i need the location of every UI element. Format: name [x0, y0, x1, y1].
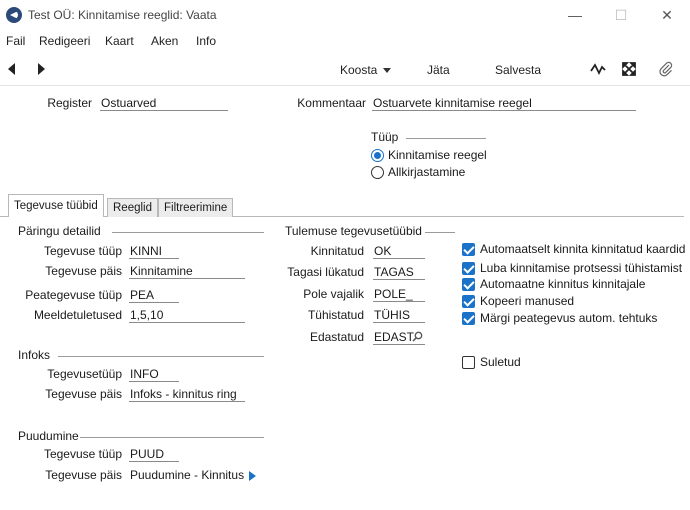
- info-action-header-label: Tegevuse päis: [45, 387, 122, 401]
- results-section-title: Tulemuse tegevusetüübid: [285, 224, 422, 238]
- forward-arrow-icon[interactable]: [38, 63, 45, 75]
- menu-edit[interactable]: Redigeeri: [39, 34, 90, 48]
- infos-section-title: Infoks: [18, 348, 51, 362]
- not-needed-label: Pole vajalik: [303, 287, 364, 301]
- radio-signing[interactable]: [371, 166, 384, 179]
- tab-rules[interactable]: Reeglid: [107, 198, 158, 217]
- minimize-button[interactable]: —: [552, 0, 598, 30]
- radio-signing-label: Allkirjastamine: [388, 165, 466, 179]
- menu-file[interactable]: Fail: [6, 34, 25, 48]
- comment-field[interactable]: Ostuarvete kinnitamise reegel: [372, 96, 636, 111]
- not-needed-field[interactable]: POLE_: [373, 287, 425, 302]
- activity-icon[interactable]: [590, 61, 606, 77]
- play-arrow-icon[interactable]: [249, 470, 257, 481]
- create-label: Koosta: [340, 63, 378, 77]
- rejected-field[interactable]: TAGAS: [373, 265, 425, 280]
- type-label: Tüüp: [371, 130, 399, 144]
- divider: [80, 437, 264, 438]
- maximize-button[interactable]: ☐: [598, 0, 644, 30]
- missing-action-header-field[interactable]: Puudumine - Kinnitus: [129, 468, 257, 483]
- title-bar: Test OÜ: Kinnitamise reeglid: Vaata — ☐ …: [0, 0, 690, 30]
- divider: [425, 232, 455, 233]
- action-type-field[interactable]: KINNI: [129, 244, 179, 259]
- approved-field[interactable]: OK: [373, 244, 425, 259]
- main-action-type-field[interactable]: PEA: [129, 288, 179, 303]
- menu-bar: Fail Redigeeri Kaart Aken Info: [0, 31, 690, 51]
- main-action-type-label: Peategevuse tüüp: [25, 288, 122, 302]
- missing-action-type-field[interactable]: PUUD: [129, 447, 179, 462]
- info-action-header-field[interactable]: Infoks - kinnitus ring: [129, 387, 245, 402]
- info-action-type-label: Tegevusetüüp: [47, 367, 122, 381]
- forwarded-field[interactable]: EDAST: [373, 330, 425, 345]
- save-button[interactable]: Salvesta: [495, 63, 541, 77]
- info-action-type-field[interactable]: INFO: [129, 367, 179, 382]
- paperclip-icon[interactable]: [658, 61, 674, 77]
- mark-main-done-label: Märgi peategevus autom. tehtuks: [480, 311, 658, 325]
- register-label: Register: [47, 96, 92, 110]
- closed-checkbox[interactable]: [462, 356, 475, 369]
- forwarded-value: EDAST: [374, 330, 415, 344]
- radio-approval-rule[interactable]: [371, 149, 384, 162]
- menu-window[interactable]: Aken: [151, 34, 178, 48]
- menu-info[interactable]: Info: [196, 34, 216, 48]
- expand-icon[interactable]: [621, 61, 637, 77]
- app-logo-icon: [6, 7, 22, 23]
- approved-label: Kinnitatud: [310, 244, 364, 258]
- cancelled-field[interactable]: TÜHIS: [373, 308, 425, 323]
- chevron-down-icon: [383, 68, 392, 74]
- back-arrow-icon[interactable]: [8, 63, 15, 75]
- auto-approver-checkbox[interactable]: [462, 278, 475, 291]
- toolbar: Koosta Jäta Salvesta: [0, 54, 690, 86]
- cancelled-label: Tühistatud: [307, 308, 364, 322]
- menu-card[interactable]: Kaart: [105, 34, 134, 48]
- close-button[interactable]: ✕: [644, 0, 690, 30]
- action-header-field[interactable]: Kinnitamine: [129, 264, 245, 279]
- missing-section-title: Puudumine: [18, 429, 79, 443]
- reminders-field[interactable]: 1,5,10: [129, 308, 245, 323]
- auto-approver-label: Automaatne kinnitus kinnitajale: [480, 277, 646, 291]
- window-title: Test OÜ: Kinnitamise reeglid: Vaata: [28, 8, 217, 22]
- missing-action-type-label: Tegevuse tüüp: [43, 447, 122, 461]
- auto-approve-label: Automaatselt kinnita kinnitatud kaardid: [480, 242, 686, 256]
- comment-label: Kommentaar: [297, 96, 366, 110]
- reminders-label: Meeldetuletused: [33, 308, 122, 322]
- query-section-title: Päringu detailid: [18, 224, 101, 238]
- allow-cancel-checkbox[interactable]: [462, 262, 475, 275]
- missing-action-header-label: Tegevuse päis: [45, 468, 122, 482]
- divider: [112, 232, 264, 233]
- action-type-label: Tegevuse tüüp: [43, 244, 122, 258]
- skip-button[interactable]: Jäta: [427, 63, 450, 77]
- divider: [58, 356, 264, 357]
- tab-filtering[interactable]: Filtreerimine: [158, 198, 234, 217]
- register-field[interactable]: Ostuarved: [100, 96, 228, 111]
- auto-approve-checkbox[interactable]: [462, 243, 475, 256]
- forwarded-label: Edastatud: [309, 330, 364, 344]
- mark-main-done-checkbox[interactable]: [462, 312, 475, 325]
- closed-label: Suletud: [480, 355, 521, 369]
- action-header-label: Tegevuse päis: [45, 264, 122, 278]
- rejected-label: Tagasi lükatud: [287, 265, 364, 279]
- search-icon[interactable]: [412, 331, 423, 342]
- copy-attachments-checkbox[interactable]: [462, 295, 475, 308]
- divider: [406, 138, 486, 139]
- tab-action-types[interactable]: Tegevuse tüübid: [8, 194, 104, 217]
- radio-approval-rule-label: Kinnitamise reegel: [388, 148, 487, 162]
- create-button[interactable]: Koosta: [340, 63, 392, 77]
- allow-cancel-label: Luba kinnitamise protsessi tühistamist: [480, 261, 683, 275]
- missing-action-header-value: Puudumine - Kinnitus: [130, 468, 245, 482]
- copy-attachments-label: Kopeeri manused: [480, 294, 575, 308]
